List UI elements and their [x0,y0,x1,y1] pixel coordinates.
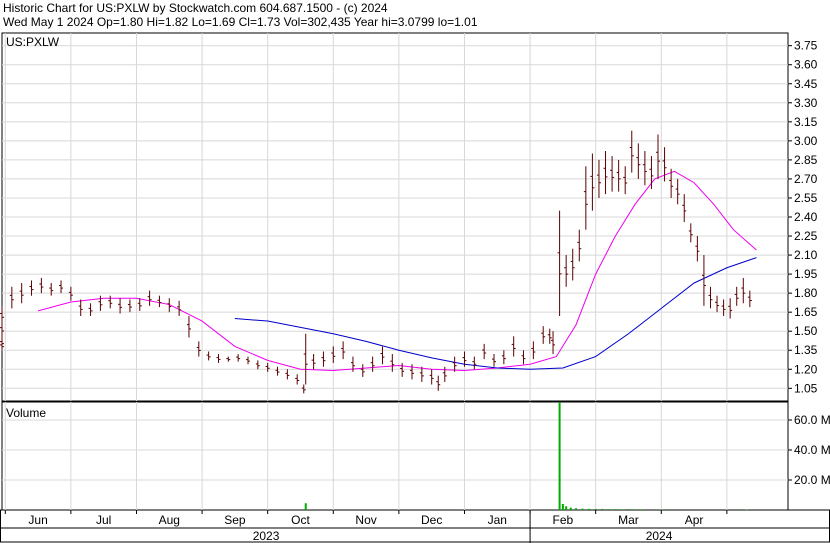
volume-panel-frame [1,401,789,511]
month-label: Jan [488,513,507,527]
x-axis-frame [0,509,830,543]
price-tick-label: 3.30 [794,96,818,110]
month-label: Apr [685,513,704,527]
price-tick-label: 1.20 [794,362,818,376]
price-tick-label: 2.25 [794,229,818,243]
volume-bar [660,509,663,510]
month-label: Jun [28,513,47,527]
volume-bar [614,509,617,510]
volume-bar [634,509,637,510]
volume-bar [569,507,572,510]
volume-bar [304,503,307,510]
stock-chart: 3.75 3.60 3.45 3.30 3.15 3.00 2.85 2.70 2.55 2.40… [0,32,830,543]
volume-bar [640,509,643,510]
price-tick-label: 3.60 [794,58,818,72]
price-tick-label: 2.85 [794,153,818,167]
price-tick-label: 1.95 [794,267,818,281]
month-label: Nov [355,513,376,527]
price-tick-label: 1.05 [794,381,818,395]
year-label: 2024 [646,529,673,543]
price-tick-label: 3.15 [794,115,818,129]
volume-bar [565,506,568,510]
price-tick-label: 2.55 [794,191,818,205]
month-label: Oct [291,513,310,527]
month-label: Jul [96,513,111,527]
volume-bar [601,508,604,510]
month-label: Dec [421,513,442,527]
month-label: Feb [553,513,574,527]
price-tick-label: 2.70 [794,172,818,186]
volume-bar [627,509,630,510]
price-tick-label: 3.45 [794,77,818,91]
price-tick-label: 3.00 [794,134,818,148]
volume-bar [620,509,623,510]
volume-bar [588,508,591,510]
price-tick-label: 2.10 [794,248,818,262]
price-tick-label: 3.75 [794,39,818,53]
volume-bar [594,508,597,510]
volume-bar [561,504,564,510]
price-panel-title: US:PXLW [6,35,60,49]
year-label: 2023 [253,529,280,543]
price-tick-label: 1.80 [794,286,818,300]
volume-panel-title: Volume [6,406,46,420]
price-tick-label: 1.35 [794,343,818,357]
month-label: Aug [159,513,180,527]
volume-bar [558,402,561,510]
volume-tick-label: 60.0 M [794,413,830,427]
month-label: Sep [224,513,246,527]
price-tick-label: 2.40 [794,210,818,224]
chart-root: Historic Chart for US:PXLW by Stockwatch… [0,0,830,543]
volume-bar [581,508,584,510]
month-label: Mar [618,513,639,527]
volume-tick-label: 20.0 M [794,473,830,487]
volume-bar [607,509,610,510]
price-tick-label: 1.65 [794,305,818,319]
volume-bar [575,508,577,510]
price-tick-label: 1.50 [794,324,818,338]
volume-tick-label: 40.0 M [794,443,830,457]
volume-bar [745,509,748,510]
